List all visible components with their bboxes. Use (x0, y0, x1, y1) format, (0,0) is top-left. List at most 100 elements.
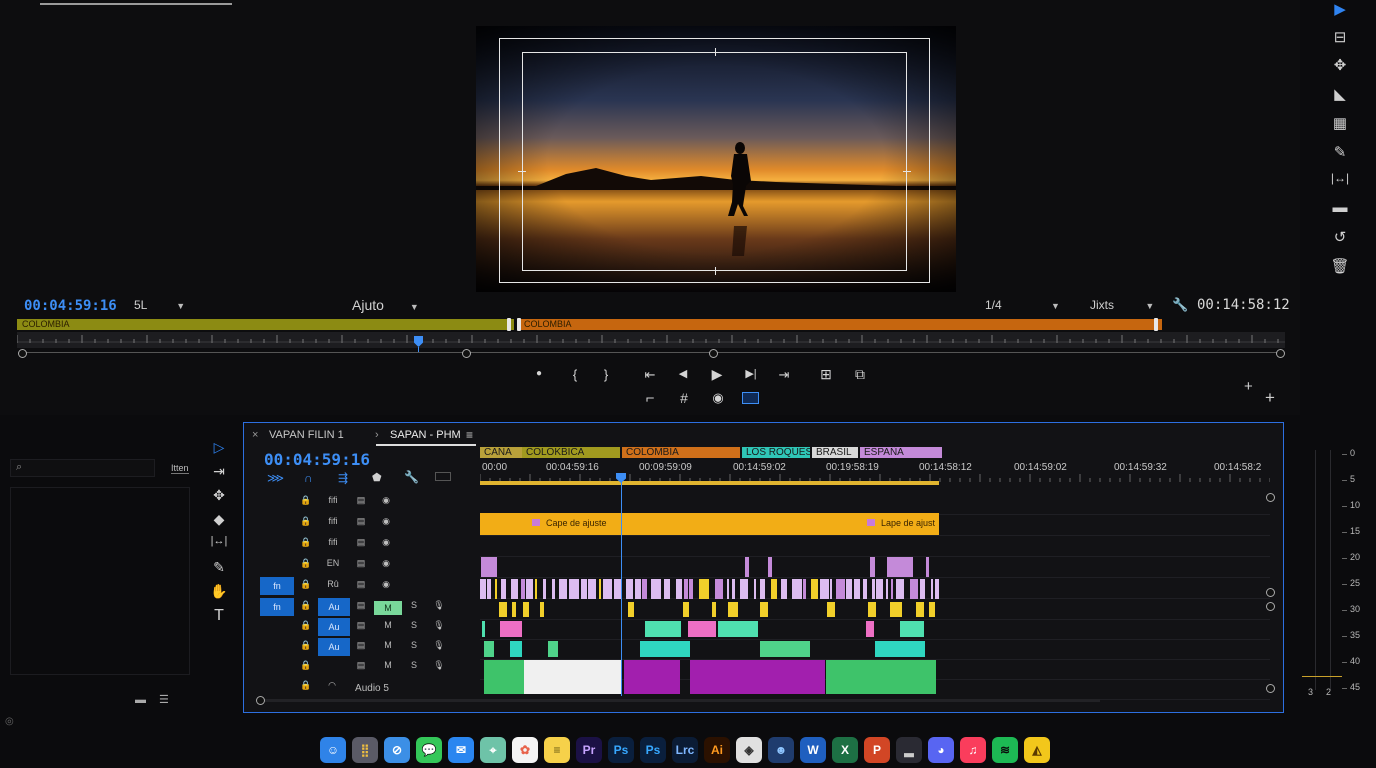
project-search-input[interactable]: ⌕ (10, 459, 155, 477)
dock-app-discord[interactable]: ◕ (928, 737, 954, 763)
video-clip[interactable] (727, 579, 729, 599)
video-clip[interactable] (684, 579, 688, 599)
lock-icon[interactable]: 🔒 (300, 516, 312, 527)
video-clip[interactable] (559, 579, 567, 599)
dock-app-mail[interactable]: ✉ (448, 737, 474, 763)
filter-label[interactable]: Itten (171, 463, 189, 474)
video-clip[interactable] (811, 579, 818, 599)
video-clip[interactable] (830, 579, 832, 599)
audio-clip[interactable] (690, 660, 825, 694)
video-clip[interactable] (651, 579, 661, 599)
microphone-icon[interactable]: 🎙 (432, 620, 446, 631)
slip-tool-icon[interactable]: |↔| (1329, 171, 1351, 191)
lock-icon[interactable]: 🔒 (300, 620, 312, 631)
snap-icon[interactable]: ⋙ (267, 471, 284, 485)
video-clip[interactable] (581, 579, 587, 599)
audio-clip[interactable] (500, 621, 522, 637)
audio-clip[interactable] (827, 602, 835, 617)
selection-tool-icon[interactable]: ▷ (207, 439, 231, 461)
audio-clip[interactable] (760, 602, 768, 617)
microphone-icon[interactable]: 🎙 (432, 640, 446, 651)
lock-icon[interactable]: 🔒 (300, 558, 312, 569)
audio-clip[interactable] (628, 602, 634, 617)
slip-tool-icon[interactable]: |↔| (207, 535, 231, 557)
audio-clip[interactable] (688, 621, 716, 637)
video-clip[interactable] (872, 579, 875, 599)
audio-clip[interactable] (512, 602, 516, 617)
video-clip[interactable] (676, 579, 682, 599)
audio-clip[interactable] (916, 602, 924, 617)
mute-button[interactable]: M (382, 640, 394, 650)
sync-lock-icon[interactable]: ▤ (354, 537, 368, 548)
scroll-handle[interactable] (1266, 588, 1275, 597)
insert-button[interactable]: ⊞ (816, 366, 836, 383)
video-clip[interactable] (552, 579, 555, 599)
in-point-dropdown[interactable]: 5L ▼ (134, 298, 185, 312)
video-clip[interactable] (689, 579, 693, 599)
video-clip[interactable] (920, 579, 925, 599)
audio-clip[interactable] (548, 641, 558, 657)
track-select-tool-icon[interactable]: ⇥ (207, 463, 231, 485)
close-tab-icon[interactable]: › (375, 429, 379, 441)
new-bin-icon[interactable]: ▬ (135, 694, 146, 706)
dock-app-music[interactable]: ♫ (960, 737, 986, 763)
zoom-handle[interactable] (1276, 349, 1285, 358)
audio-clip[interactable] (728, 602, 738, 617)
dock-app-illustrator[interactable]: Ai (704, 737, 730, 763)
video-clip[interactable] (511, 579, 518, 599)
solo-button[interactable]: S (408, 620, 420, 630)
resolution-dropdown[interactable]: 1/4 ▼ (985, 298, 1060, 312)
audio-clip[interactable] (712, 602, 716, 617)
audio-clip[interactable] (510, 641, 522, 657)
video-clip[interactable] (754, 579, 756, 599)
panel-menu-icon[interactable]: ≡ (466, 428, 473, 442)
dock-app-messages[interactable]: 💬 (416, 737, 442, 763)
audio-clip[interactable] (484, 641, 494, 657)
video-clip[interactable] (926, 557, 929, 577)
add-marker-icon[interactable]: ⬟ (372, 471, 382, 484)
pen-tool-icon[interactable]: ✎ (207, 559, 231, 581)
dock-app-terminal[interactable]: ▂ (896, 737, 922, 763)
solo-button[interactable]: S (408, 660, 420, 670)
comparison-view-button[interactable] (742, 392, 759, 404)
track-target-button[interactable]: Au (318, 618, 350, 636)
razor-tool-icon[interactable]: ✎ (1329, 143, 1351, 163)
step-forward-button[interactable]: ▶| (741, 367, 761, 380)
overwrite-button[interactable]: ⧉ (850, 366, 870, 383)
work-area-bar[interactable] (480, 481, 939, 485)
video-clip[interactable] (626, 579, 633, 599)
step-back-button[interactable]: ◀ (673, 367, 693, 380)
dock-app-finder[interactable]: ☺ (320, 737, 346, 763)
dock-app-launchpad[interactable]: ⣿ (352, 737, 378, 763)
mark-in-button[interactable]: { (565, 367, 585, 382)
scroll-handle[interactable] (1266, 684, 1275, 693)
sync-lock-icon[interactable]: ▤ (354, 600, 368, 611)
video-clip[interactable] (614, 579, 621, 599)
playhead-timecode[interactable]: 00:04:59:16 (24, 298, 117, 314)
clip-bar-handle[interactable] (507, 318, 511, 331)
zoom-scrollbar-track[interactable] (20, 352, 1282, 353)
eye-icon[interactable]: ◉ (379, 495, 393, 506)
video-clip[interactable] (891, 579, 893, 599)
video-clip[interactable] (863, 579, 867, 599)
scroll-handle[interactable] (1266, 493, 1275, 502)
sequence-segment[interactable]: ESPAÑA (860, 447, 942, 458)
dock-app-maps[interactable]: ⌖ (480, 737, 506, 763)
wrench-icon[interactable]: 🔧 (404, 470, 419, 484)
tab-sequence-2[interactable]: SAPAN - PHM (390, 429, 461, 441)
razor-tool-icon[interactable]: ◆ (207, 511, 231, 533)
video-clip[interactable] (501, 579, 506, 599)
video-clip[interactable] (664, 579, 670, 599)
close-tab-icon[interactable]: × (252, 429, 258, 441)
mark-out-button[interactable]: } (596, 367, 616, 382)
mute-button[interactable]: M (374, 601, 402, 615)
captions-icon[interactable] (435, 472, 451, 481)
clip-bar-handle[interactable] (517, 318, 521, 331)
video-clip[interactable] (732, 579, 735, 599)
audio-clip[interactable] (524, 660, 622, 694)
ripple-edit-tool-icon[interactable]: ✥ (207, 487, 231, 509)
video-clip[interactable] (599, 579, 601, 599)
source-patch-button[interactable]: fn (260, 577, 294, 595)
source-patch-button[interactable]: fn (260, 598, 294, 616)
lock-icon[interactable]: 🔒 (300, 537, 312, 548)
